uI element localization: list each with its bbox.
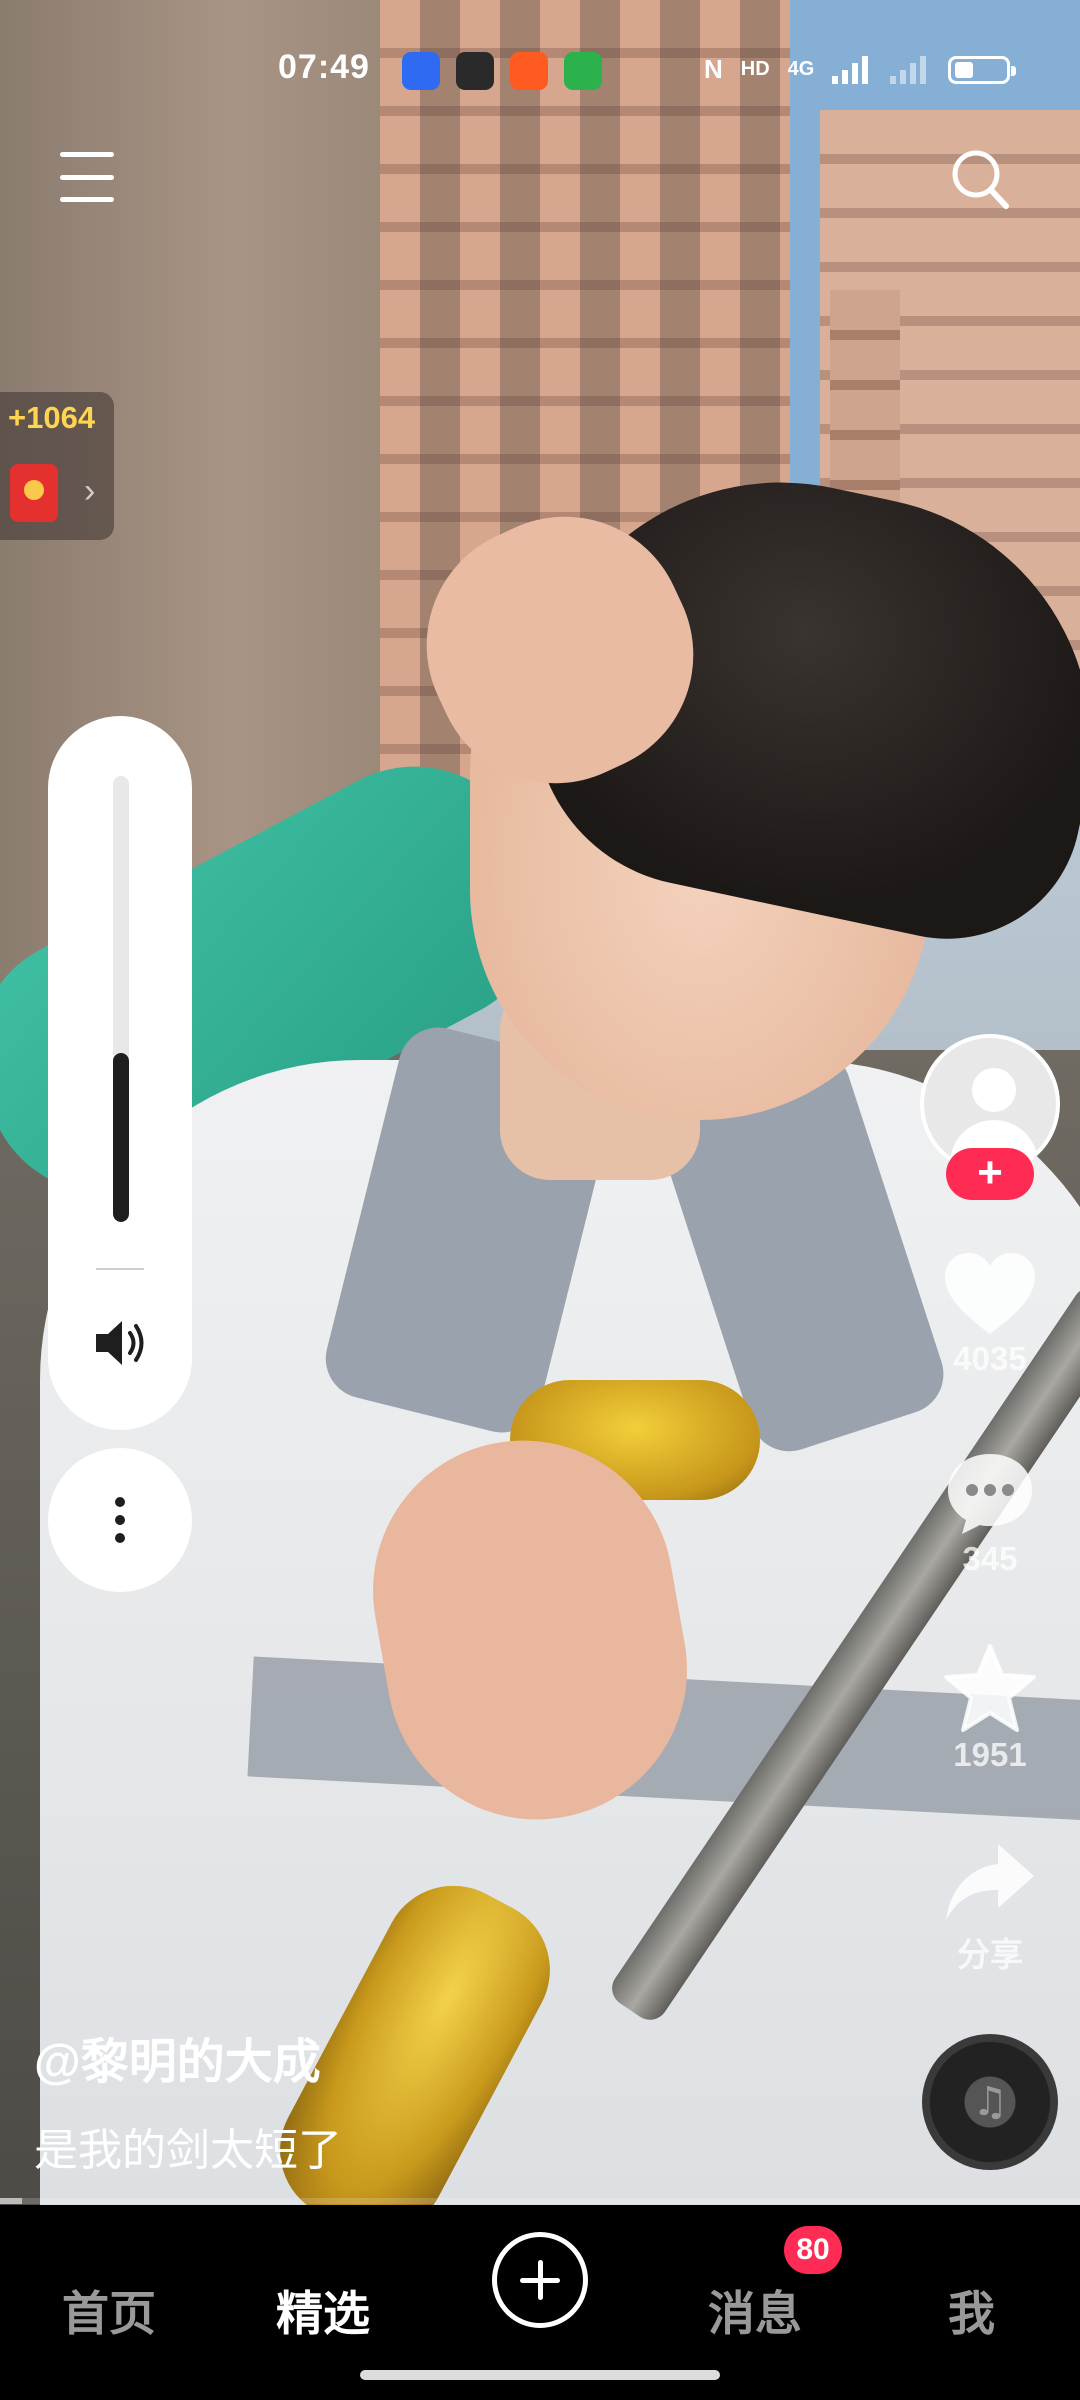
hamburger-menu-icon[interactable]	[60, 152, 114, 202]
volume-level	[113, 1052, 129, 1222]
video-description: 是我的剑太短了	[34, 2126, 342, 2175]
share-label: 分享	[957, 1936, 1023, 1973]
follow-button[interactable]: +	[946, 1148, 1034, 1200]
search-icon[interactable]	[950, 148, 1010, 212]
messages-badge: 80	[784, 2226, 842, 2274]
plus-circle-icon[interactable]	[492, 2232, 588, 2328]
volume-panel	[48, 716, 192, 1430]
nfc-icon: N	[704, 54, 723, 84]
music-disc-icon[interactable]	[922, 2034, 1058, 2170]
share-arrow-icon	[946, 1844, 1034, 1920]
status-bar: 07:49 N HD 4G	[0, 40, 1080, 100]
miniprogram-app-icon	[564, 52, 602, 90]
status-right: N HD 4G	[704, 54, 1017, 85]
game-app-icon	[456, 52, 494, 90]
coin-amount: +1064	[8, 400, 96, 435]
share-button[interactable]: 分享	[930, 1838, 1050, 1976]
heart-icon	[945, 1253, 1035, 1334]
status-time: 07:49	[278, 48, 370, 86]
volume-divider	[96, 1268, 144, 1270]
battery-icon	[948, 55, 1017, 84]
baidu-app-icon	[402, 52, 440, 90]
notification-icons	[402, 52, 602, 90]
comment-button[interactable]: 345	[930, 1448, 1050, 1578]
signal-icon-secondary	[890, 55, 927, 84]
star-icon	[944, 1644, 1036, 1732]
red-envelope-icon	[10, 464, 58, 522]
playback-progress[interactable]	[0, 2198, 1080, 2204]
coin-reward-badge[interactable]: +1064 ›	[0, 392, 114, 540]
signal-icon	[832, 55, 869, 84]
taobao-app-icon	[510, 52, 548, 90]
like-count: 4035	[953, 1340, 1027, 1377]
nav-home[interactable]: 首页	[62, 2275, 156, 2344]
chevron-right-icon: ›	[84, 472, 96, 510]
like-button[interactable]: 4035	[930, 1250, 1050, 1378]
speaker-icon[interactable]	[92, 1316, 150, 1370]
favorite-count: 1951	[953, 1736, 1027, 1773]
network-type: 4G	[787, 58, 815, 80]
home-indicator[interactable]	[360, 2370, 720, 2380]
progress-fill	[0, 2198, 22, 2204]
nav-messages[interactable]: 消息	[708, 2275, 802, 2344]
volume-slider[interactable]	[113, 776, 129, 1222]
author-name[interactable]: @黎明的大成	[34, 2022, 321, 2092]
favorite-button[interactable]: 1951	[930, 1642, 1050, 1774]
comment-count: 345	[962, 1540, 1018, 1577]
nav-featured[interactable]: 精选	[276, 2275, 370, 2344]
nav-me[interactable]: 我	[948, 2275, 995, 2344]
more-vertical-icon[interactable]	[48, 1448, 192, 1592]
comment-bubble-icon	[948, 1454, 1032, 1534]
hd-icon: HD	[740, 58, 770, 80]
